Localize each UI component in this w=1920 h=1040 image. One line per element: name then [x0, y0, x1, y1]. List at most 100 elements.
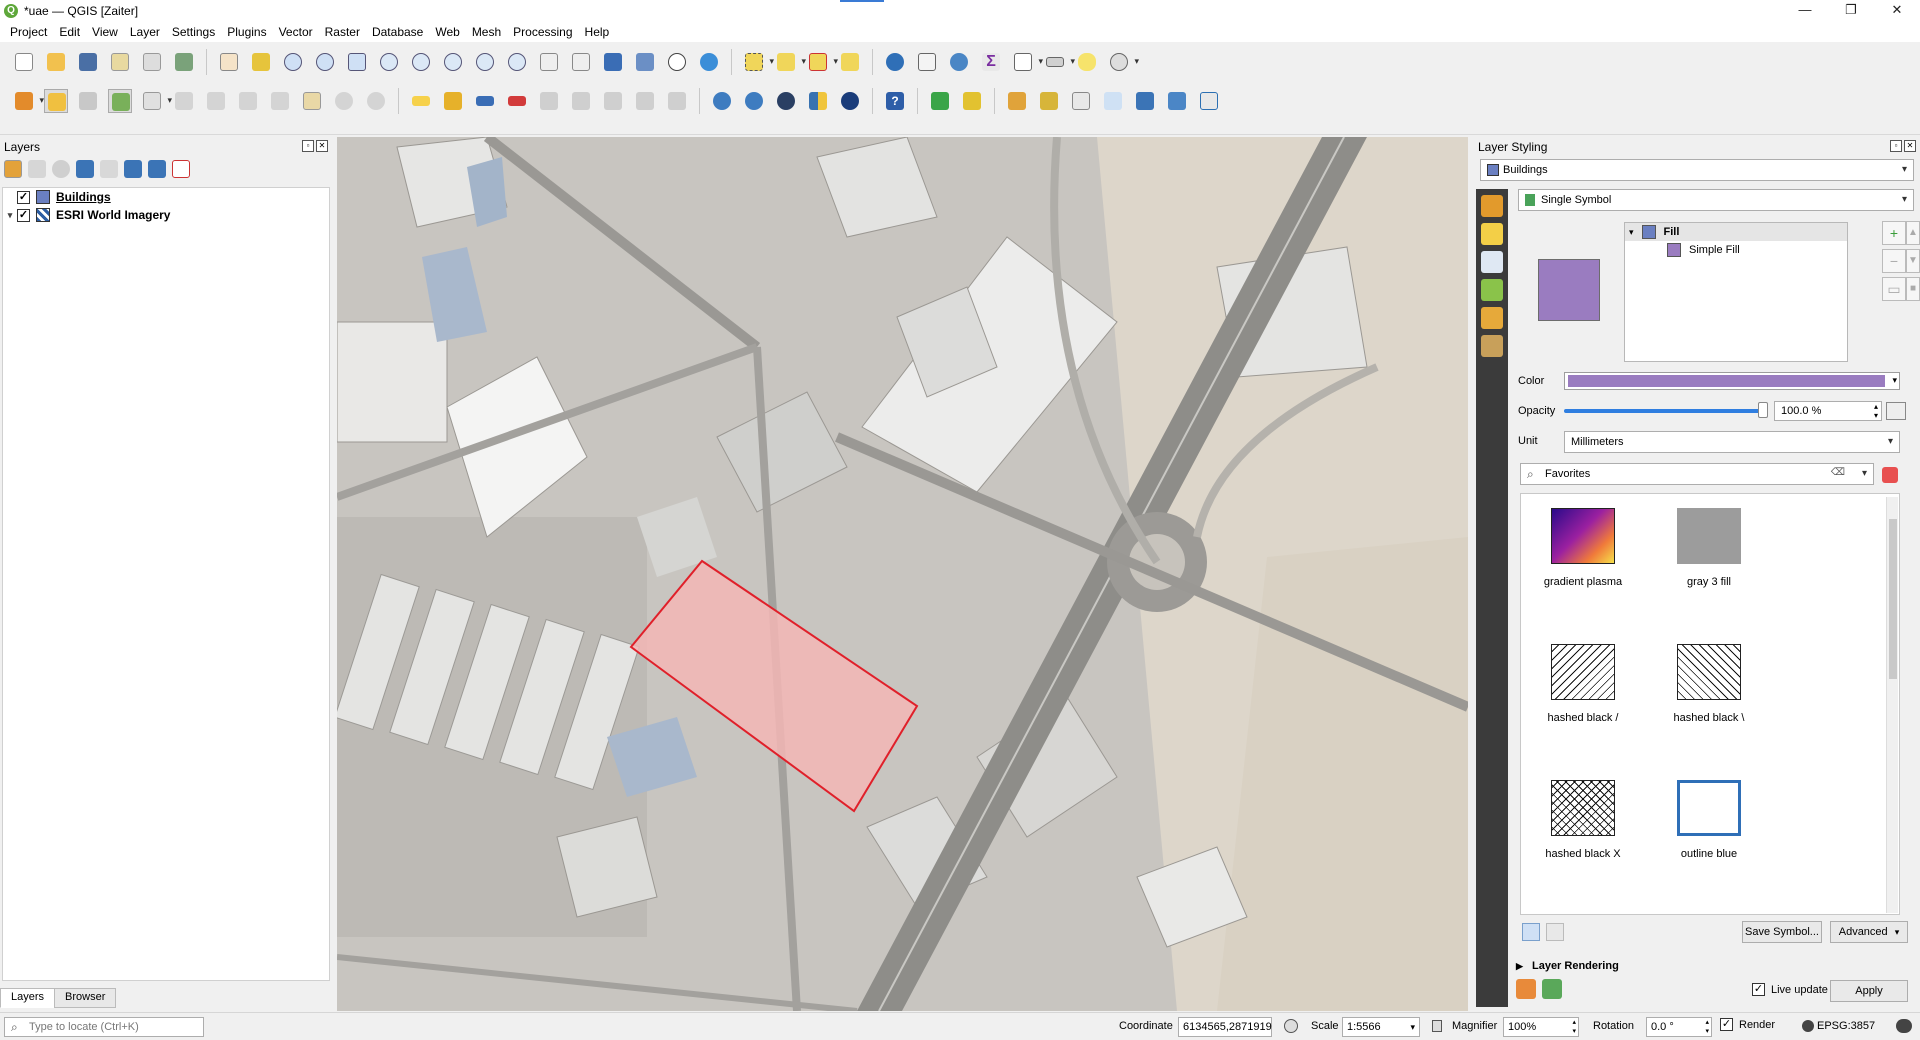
style-manager-icon[interactable] [1882, 467, 1898, 483]
remove-symbol-layer-icon[interactable]: − [1882, 249, 1906, 273]
scale-combo[interactable]: 1:5566 ▾ [1342, 1017, 1420, 1037]
expand-all-icon[interactable] [124, 160, 142, 178]
opacity-spinbox[interactable]: 100.0 % ▴ ▾ [1774, 401, 1882, 421]
color-button[interactable]: ▾ [1564, 372, 1900, 390]
change-label-icon[interactable] [601, 89, 625, 113]
modify-attributes-icon[interactable] [172, 89, 196, 113]
add-vector-layer-icon[interactable] [1005, 89, 1029, 113]
paste-features-icon[interactable] [300, 89, 324, 113]
open-project-icon[interactable] [44, 50, 68, 74]
add-virtual-layer-icon[interactable] [1069, 89, 1093, 113]
menu-web[interactable]: Web [431, 25, 463, 39]
map-canvas[interactable] [337, 137, 1468, 1011]
zoom-layer-icon[interactable] [409, 50, 433, 74]
opacity-slider[interactable] [1564, 409, 1764, 413]
zoom-full-icon[interactable] [345, 50, 369, 74]
gallery-item-hashed-black-forward[interactable]: hashed black / [1523, 644, 1643, 724]
symbol-row-simple-fill[interactable]: Simple Fill [1625, 241, 1847, 259]
spin-arrows-icon[interactable]: ▴ ▾ [1572, 1018, 1576, 1036]
list-view-toggle-icon[interactable] [1546, 923, 1564, 941]
close-button[interactable]: ✕ [1874, 0, 1920, 22]
collapse-all-icon[interactable] [148, 160, 166, 178]
redo-icon[interactable] [364, 89, 388, 113]
menu-layer[interactable]: Layer [126, 25, 164, 39]
live-update-checkbox[interactable]: ✓ [1752, 983, 1765, 996]
menu-project[interactable]: Project [6, 25, 51, 39]
layer-row-buildings[interactable]: ✓ Buildings [3, 188, 329, 206]
zoom-next-icon[interactable] [505, 50, 529, 74]
quickmap-search-icon[interactable] [928, 89, 952, 113]
gallery-item-hashed-black-x[interactable]: hashed black X [1523, 780, 1643, 860]
spin-arrows-icon[interactable]: ▴ ▾ [1705, 1018, 1709, 1036]
layer-visibility-checkbox[interactable]: ✓ [17, 190, 30, 204]
gallery-item-gray-3-fill[interactable]: gray 3 fill [1649, 508, 1769, 588]
diagram-options-icon[interactable] [441, 89, 465, 113]
spin-arrows-icon[interactable]: ▴ ▾ [1874, 402, 1878, 420]
save-project-icon[interactable] [76, 50, 100, 74]
identify-features-icon[interactable] [883, 50, 907, 74]
deselect-features-icon[interactable] [806, 50, 838, 74]
remove-layer-icon[interactable] [172, 160, 190, 178]
gallery-item-gradient-plasma[interactable]: gradient plasma [1523, 508, 1643, 588]
menu-mesh[interactable]: Mesh [468, 25, 505, 39]
layer-select-combo[interactable]: Buildings ▾ [1480, 159, 1914, 181]
style-manager-icon[interactable] [172, 50, 196, 74]
move-down-icon[interactable]: ▼ [1906, 249, 1920, 273]
toolbox-gear-icon[interactable] [947, 50, 971, 74]
help-icon[interactable]: ? [883, 89, 907, 113]
layer-styling-brush-icon[interactable] [4, 160, 22, 178]
python-console-icon[interactable] [806, 89, 830, 113]
menu-help[interactable]: Help [581, 25, 614, 39]
zoom-last-icon[interactable] [473, 50, 497, 74]
new-map-view-icon[interactable] [537, 50, 561, 74]
map-tips-icon[interactable] [1075, 50, 1099, 74]
layer-rendering-section[interactable]: ▶ Layer Rendering [1516, 960, 1619, 972]
menu-edit[interactable]: Edit [55, 25, 84, 39]
duplicate-symbol-icon[interactable]: ▭ [1882, 277, 1906, 301]
diagrams-icon[interactable] [1481, 307, 1503, 329]
pan-hand-icon[interactable] [217, 50, 241, 74]
clear-icon[interactable]: ⌫ [1831, 467, 1845, 478]
restore-button[interactable]: ❐ [1828, 0, 1874, 22]
move-up-icon[interactable]: ▲ [1906, 221, 1920, 245]
coordinate-field[interactable]: 6134565,2871919 [1178, 1017, 1272, 1037]
gallery-scrollbar[interactable] [1886, 497, 1898, 913]
new-bookmark-icon[interactable] [601, 50, 625, 74]
locator-input[interactable]: ⌕ Type to locate (Ctrl+K) [4, 1017, 204, 1037]
menu-settings[interactable]: Settings [168, 25, 219, 39]
geometry-checker-icon[interactable] [960, 89, 984, 113]
new-print-layout-icon[interactable] [108, 50, 132, 74]
toggle-extents-icon[interactable] [1284, 1019, 1298, 1033]
select-by-value-icon[interactable] [774, 50, 806, 74]
highlight-labels-icon[interactable] [505, 89, 529, 113]
open-attribute-table-icon[interactable] [915, 50, 939, 74]
undo-icon[interactable] [332, 89, 356, 113]
rotation-spinbox[interactable]: 0.0 ° ▴ ▾ [1646, 1017, 1712, 1037]
menu-plugins[interactable]: Plugins [223, 25, 270, 39]
add-group-icon[interactable] [28, 160, 46, 178]
chevron-down-icon[interactable]: ▾ [1862, 468, 1867, 479]
label-toolbar-abc-icon[interactable] [409, 89, 433, 113]
temporal-controller-icon[interactable] [665, 50, 689, 74]
float-panel-icon[interactable]: ▫ [1890, 140, 1902, 152]
history-icon[interactable] [1481, 335, 1503, 357]
scrollbar-thumb[interactable] [1889, 519, 1897, 679]
delete-selected-icon[interactable] [204, 89, 228, 113]
menu-raster[interactable]: Raster [321, 25, 364, 39]
measure-ruler-icon[interactable] [1043, 50, 1075, 74]
masks-abc-icon[interactable] [1481, 251, 1503, 273]
live-update-toggle[interactable]: ✓ Live update [1752, 983, 1828, 996]
expand-arrow-icon[interactable]: ▾ [3, 210, 17, 221]
unit-combo[interactable]: Millimeters ▾ [1564, 431, 1900, 453]
menu-database[interactable]: Database [368, 25, 427, 39]
filter-legend-icon[interactable] [76, 160, 94, 178]
add-mesh-layer-icon[interactable] [1165, 89, 1189, 113]
advanced-button[interactable]: Advanced ▾ [1830, 921, 1908, 943]
data-defined-override-icon[interactable] [1886, 402, 1906, 420]
expand-arrow-icon[interactable]: ▾ [1629, 227, 1634, 238]
float-panel-icon[interactable]: ▫ [302, 140, 314, 152]
select-location-icon[interactable] [838, 50, 862, 74]
apply-button[interactable]: Apply [1830, 980, 1908, 1002]
filter-expression-icon[interactable] [100, 160, 118, 178]
add-symbol-layer-icon[interactable]: + [1882, 221, 1906, 245]
